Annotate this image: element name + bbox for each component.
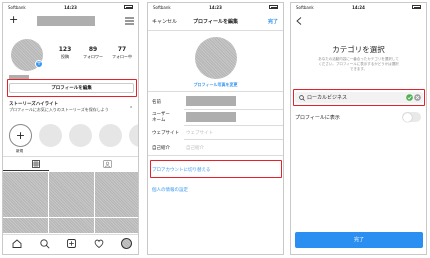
divider	[184, 139, 283, 140]
done-button[interactable]: 完了	[295, 232, 423, 248]
highlight-frame	[293, 89, 425, 106]
search-icon[interactable]	[40, 239, 50, 249]
divider	[3, 156, 138, 157]
add-icon[interactable]: +	[9, 14, 18, 25]
username-redacted	[37, 16, 95, 26]
status-bar: Softbank 14:24	[291, 3, 426, 12]
edit-profile-screen: Softbank 14:23 キャンセル プロフィールを編集 完了 プロフィール…	[147, 2, 284, 255]
bio-field[interactable]: 自己紹介	[186, 145, 204, 151]
change-photo-link[interactable]: プロフィール写真を変更	[148, 82, 283, 88]
battery-icon	[412, 5, 421, 9]
category-select-screen: Softbank 14:24 カテゴリを選択 あなたの活動内容に一番合ったカテゴ…	[290, 2, 427, 255]
name-label: 名前	[152, 100, 161, 105]
battery-icon	[124, 5, 133, 9]
post-thumbnail[interactable]	[95, 218, 138, 233]
highlight-placeholder	[39, 124, 62, 147]
divider	[184, 125, 283, 126]
status-bar: Softbank 14:23	[148, 3, 283, 12]
clock: 14:24	[352, 5, 365, 10]
posts-label: 投稿	[61, 54, 69, 59]
profile-tab-avatar[interactable]	[121, 238, 132, 249]
battery-icon	[269, 5, 278, 9]
page-title: カテゴリを選択	[332, 45, 385, 54]
name-field[interactable]	[186, 96, 236, 106]
following-label: フォロー中	[112, 54, 132, 59]
post-thumbnail[interactable]	[3, 218, 48, 233]
chevron-up-icon[interactable]: ⌃	[129, 106, 133, 112]
active-tab-indicator	[3, 170, 49, 171]
divider	[148, 155, 283, 156]
divider	[184, 109, 283, 110]
new-post-icon[interactable]	[67, 239, 76, 248]
status-bar: Softbank 14:23	[3, 3, 138, 12]
posts-count: 123	[58, 46, 72, 53]
clock: 14:23	[209, 5, 222, 10]
tagged-icon[interactable]	[103, 160, 112, 168]
website-label: ウェブサイト	[152, 131, 179, 136]
followers-count[interactable]: 89	[81, 46, 105, 53]
page-title: プロフィールを編集	[193, 19, 238, 25]
divider	[3, 234, 138, 235]
username-label: ユーザー ネーム	[152, 112, 170, 123]
add-story-icon[interactable]: +	[35, 60, 43, 68]
profile-screen: Softbank 14:23 + + 123 投稿 89 フォロワー 77 フォ…	[2, 2, 139, 255]
show-on-profile-label: プロフィールに表示	[295, 115, 340, 121]
followers-label: フォロワー	[83, 54, 103, 59]
show-on-profile-toggle[interactable]	[402, 112, 421, 122]
menu-icon[interactable]	[125, 17, 134, 25]
toggle-knob	[402, 112, 412, 122]
following-count[interactable]: 77	[110, 46, 134, 53]
highlight-frame	[7, 79, 137, 97]
highlight-placeholder	[99, 124, 122, 147]
post-thumbnail[interactable]	[95, 172, 138, 217]
description: できます。	[349, 67, 368, 71]
highlight-placeholder	[129, 124, 138, 147]
username-field[interactable]	[186, 112, 236, 122]
divider	[148, 30, 283, 31]
new-highlight-button[interactable]: +	[9, 124, 32, 147]
grid-icon[interactable]	[32, 160, 40, 168]
personal-info-link[interactable]: 個人の情報の設定	[152, 187, 188, 193]
highlight-placeholder	[69, 124, 92, 147]
highlights-desc: プロフィールにお気に入りのストーリーズを保存しよう	[9, 107, 109, 112]
divider	[148, 91, 283, 92]
highlight-frame	[150, 160, 282, 178]
bio-label: 自己紹介	[152, 146, 170, 151]
post-thumbnail[interactable]	[49, 218, 94, 233]
clock: 14:23	[64, 5, 77, 10]
new-highlight-label: 新規	[16, 149, 23, 153]
back-icon[interactable]	[296, 17, 302, 25]
post-thumbnail[interactable]	[3, 172, 48, 217]
profile-photo[interactable]	[195, 37, 237, 79]
website-field[interactable]: ウェブサイト	[186, 130, 213, 136]
home-icon[interactable]	[12, 239, 22, 248]
done-button[interactable]: 完了	[268, 18, 278, 25]
post-thumbnail[interactable]	[49, 172, 94, 217]
heart-icon[interactable]	[94, 239, 104, 248]
